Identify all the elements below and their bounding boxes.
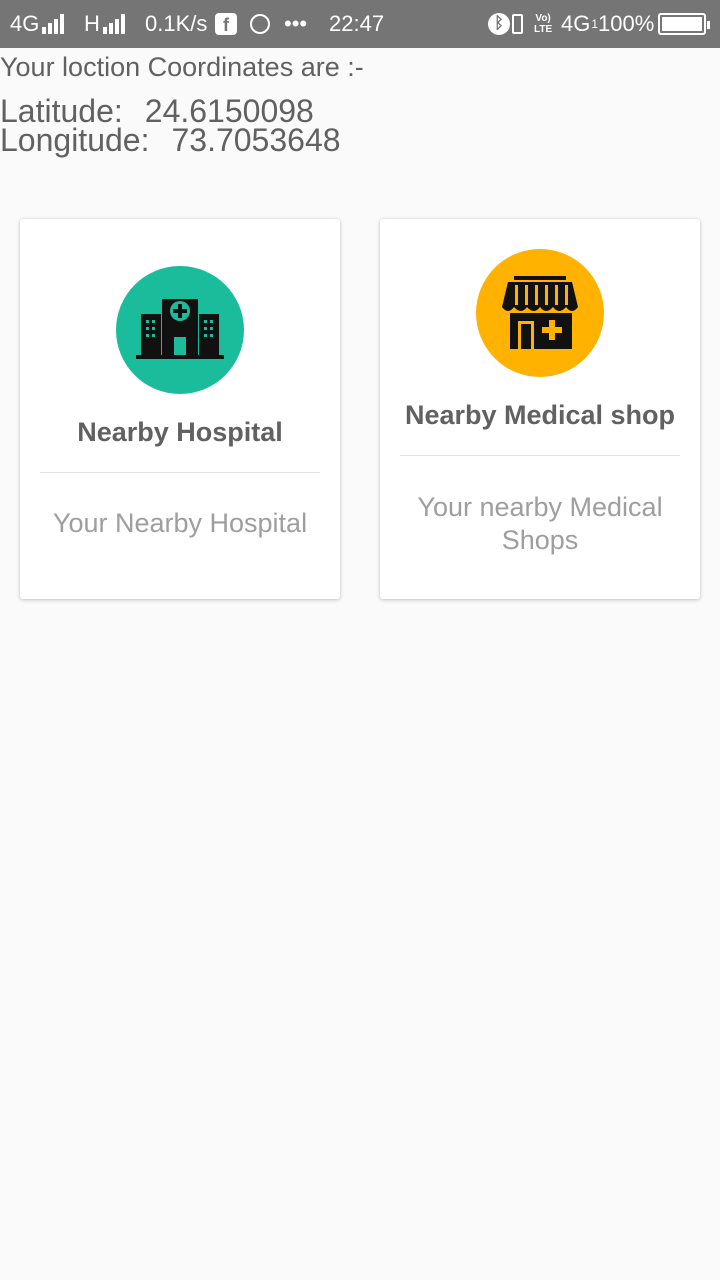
medical-shop-icon xyxy=(502,276,578,349)
card-divider xyxy=(400,455,680,456)
coordinates-heading: Your loction Coordinates are :- xyxy=(0,52,364,82)
nearby-hospital-card[interactable]: Nearby Hospital Your Nearby Hospital xyxy=(20,219,340,599)
nearby-medical-shop-card[interactable]: Nearby Medical shop Your nearby Medical … xyxy=(380,219,700,599)
signal-bars-icon xyxy=(42,14,65,34)
volte-indicator: Vo) LTE xyxy=(534,0,552,48)
battery-icon xyxy=(658,0,710,48)
card-divider xyxy=(40,472,320,473)
battery-percentage: 100% xyxy=(598,11,655,36)
bluetooth-icon: ᛒ xyxy=(488,0,510,48)
more-notifications-icon: ••• xyxy=(284,11,308,36)
signal-h-indicator: H xyxy=(84,0,125,48)
medical-shop-icon-circle xyxy=(476,249,604,377)
whatsapp-icon xyxy=(250,0,270,48)
hospital-icon xyxy=(136,299,224,359)
signal-bars-icon xyxy=(102,14,125,34)
hospital-icon-circle xyxy=(116,266,244,394)
network-speed: 0.1K/s xyxy=(145,11,208,36)
network-type-label: 4G xyxy=(10,11,40,36)
card-description: Your Nearby Hospital xyxy=(52,508,308,538)
network-type-label: 4G xyxy=(561,11,591,36)
signal-4g-indicator: 4G xyxy=(10,0,65,48)
volte-bottom-label: LTE xyxy=(534,24,553,35)
longitude-label: Longitude: xyxy=(0,122,150,158)
small-battery-icon xyxy=(512,0,523,48)
card-description: Your nearby Medical Shops xyxy=(417,492,663,555)
clock: 22:47 xyxy=(329,11,385,36)
longitude-value: 73.7053648 xyxy=(171,122,341,158)
card-title: Nearby Medical shop xyxy=(404,400,676,430)
network-4g-indicator: 4G 1 xyxy=(561,0,598,48)
status-bar: 4G H 0.1K/s f ••• 22:47 ᛒ Vo) LTE 4G 1 1… xyxy=(0,0,720,48)
facebook-icon: f xyxy=(215,0,237,48)
volte-top-label: Vo) xyxy=(535,13,551,24)
network-type-label: H xyxy=(84,11,100,36)
longitude-row: Longitude: 73.7053648 xyxy=(0,122,341,159)
card-title: Nearby Hospital xyxy=(77,417,283,447)
